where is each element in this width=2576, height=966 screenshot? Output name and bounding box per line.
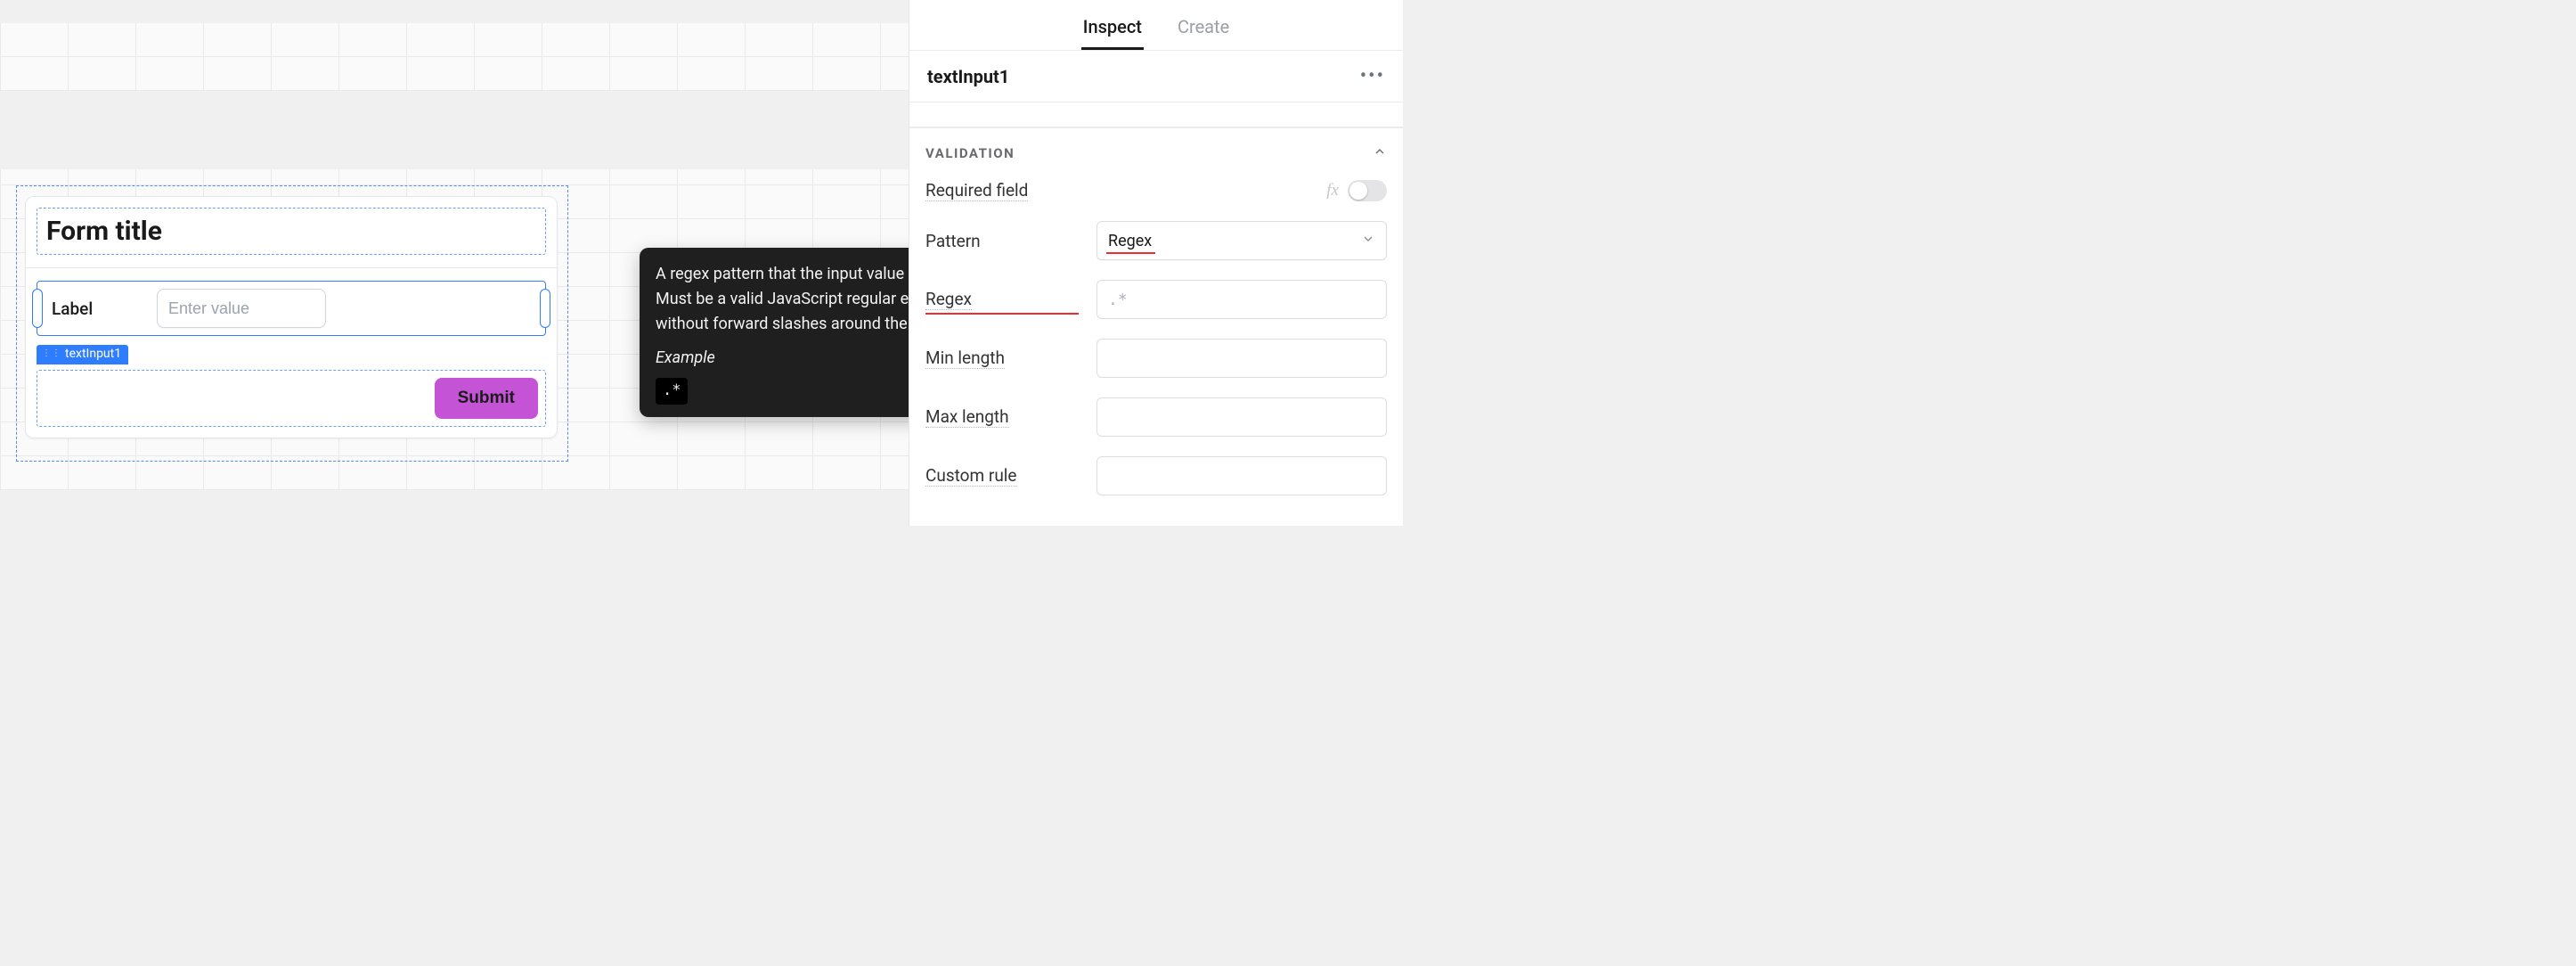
- text-input-selection[interactable]: Label: [37, 281, 546, 336]
- regex-input[interactable]: .*: [1096, 280, 1387, 319]
- section-title: VALIDATION: [925, 145, 1015, 161]
- prop-required-field: Required field fx: [925, 180, 1387, 201]
- text-input[interactable]: [157, 289, 326, 328]
- inspector-panel: Inspect Create textInput1 ••• VALIDATION…: [909, 0, 1403, 526]
- selected-component-chip[interactable]: ⋮⋮ textInput1: [37, 345, 128, 364]
- panel-component-name: textInput1: [927, 66, 1009, 87]
- validation-section: VALIDATION Required field fx Pattern Reg…: [909, 127, 1403, 522]
- required-field-toggle[interactable]: [1348, 180, 1387, 201]
- collapse-section-icon[interactable]: [1373, 144, 1387, 162]
- tab-inspect[interactable]: Inspect: [1081, 11, 1144, 50]
- panel-tabs: Inspect Create: [909, 0, 1403, 51]
- prop-pattern-label: Pattern: [925, 231, 1086, 251]
- prop-custom-rule: Custom rule: [925, 456, 1387, 495]
- prop-regex-label: Regex: [925, 289, 972, 310]
- drag-handle-icon: ⋮⋮: [42, 346, 61, 362]
- canvas-grid-top: [0, 23, 958, 91]
- form-container[interactable]: Form title Label ⋮⋮ textInput1 Submit: [25, 196, 558, 438]
- prop-pattern: Pattern Regex: [925, 221, 1387, 260]
- prop-max-length: Max length: [925, 397, 1387, 437]
- form-body: Label ⋮⋮ textInput1 Submit: [26, 267, 557, 438]
- more-menu-icon[interactable]: •••: [1360, 65, 1385, 87]
- prop-min-length: Min length: [925, 339, 1387, 378]
- panel-title-row: textInput1 •••: [909, 51, 1403, 102]
- tooltip-example-code: .*: [656, 378, 688, 405]
- prop-required-field-label: Required field: [925, 180, 1028, 201]
- prop-regex: Regex .*: [925, 280, 1387, 319]
- chevron-down-icon: [1361, 232, 1375, 250]
- selected-component-chip-label: textInput1: [65, 346, 121, 362]
- form-title-selection[interactable]: Form title: [37, 208, 546, 255]
- panel-spacer: [909, 102, 1403, 127]
- submit-selection[interactable]: Submit: [37, 370, 546, 427]
- tab-create[interactable]: Create: [1176, 11, 1231, 50]
- submit-button[interactable]: Submit: [435, 378, 538, 419]
- prop-min-length-label: Min length: [925, 348, 1005, 369]
- canvas-area: Form title Label ⋮⋮ textInput1 Submit A …: [0, 0, 1007, 526]
- custom-rule-input[interactable]: [1096, 456, 1387, 495]
- regex-input-placeholder: .*: [1108, 291, 1128, 309]
- fx-icon[interactable]: fx: [1326, 181, 1339, 201]
- pattern-select[interactable]: Regex: [1096, 221, 1387, 260]
- max-length-input[interactable]: [1096, 397, 1387, 437]
- min-length-input[interactable]: [1096, 339, 1387, 378]
- prop-custom-rule-label: Custom rule: [925, 465, 1017, 487]
- prop-max-length-label: Max length: [925, 406, 1009, 428]
- pattern-select-value: Regex: [1108, 232, 1152, 250]
- field-label: Label: [46, 299, 144, 319]
- form-title: Form title: [46, 216, 536, 247]
